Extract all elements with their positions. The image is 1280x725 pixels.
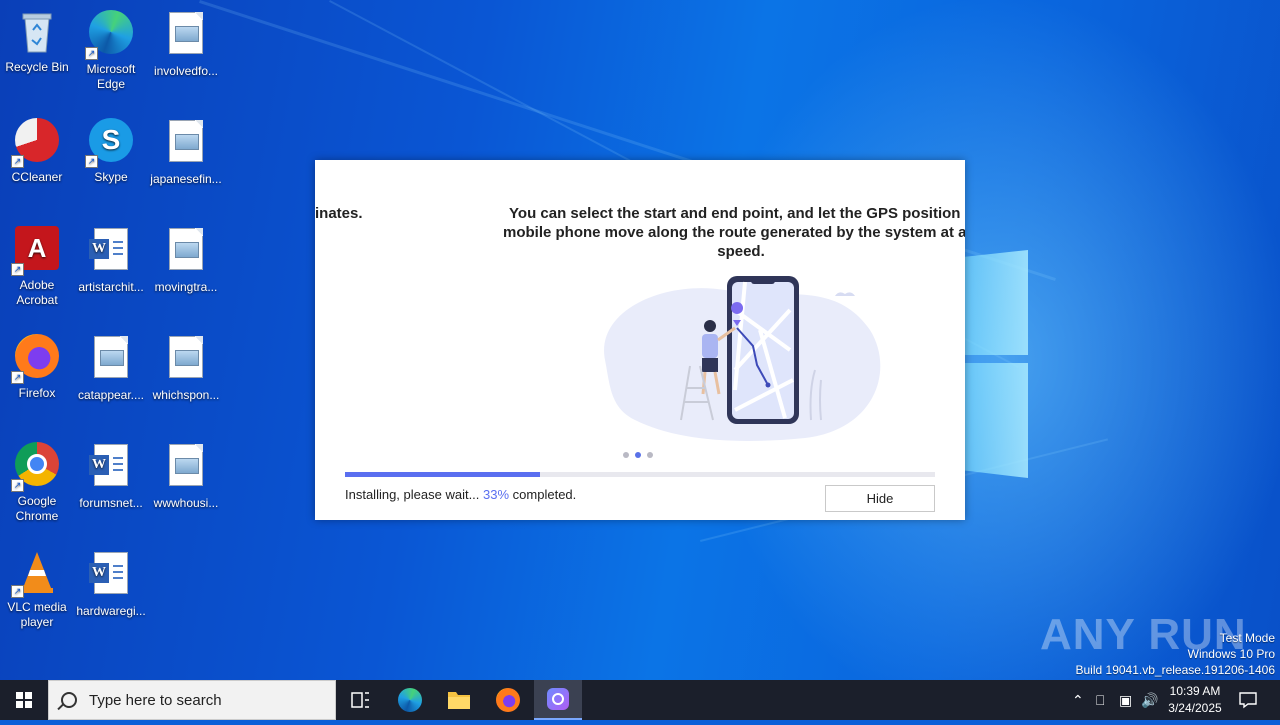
desktop-icon-label: forumsnet... xyxy=(79,496,143,510)
desktop-icon-image-file[interactable]: wwwhousi... xyxy=(149,440,223,511)
search-icon xyxy=(61,692,77,708)
desktop-icon-image-file[interactable]: whichspon... xyxy=(149,332,223,403)
chrome-icon: ↗ xyxy=(11,442,61,492)
start-button[interactable] xyxy=(0,680,48,720)
desktop-icon-label: VLC media player xyxy=(7,600,67,629)
pagination-dot-active[interactable] xyxy=(635,452,641,458)
install-progress-fill xyxy=(345,472,540,477)
image-file-icon xyxy=(162,120,210,168)
taskbar-search-box[interactable]: Type here to search xyxy=(48,680,336,720)
desktop: Recycle Bin ↗ CCleaner A ↗ Adobe Acrobat… xyxy=(0,0,1280,680)
status-suffix: completed. xyxy=(509,487,577,502)
pagination-dot[interactable] xyxy=(647,452,653,458)
image-file-icon xyxy=(87,336,135,384)
edge-icon: ↗ xyxy=(85,10,135,60)
show-hidden-icons-chevron-icon[interactable]: ⌃ xyxy=(1072,692,1084,709)
system-clock[interactable]: 10:39 AM 3/24/2025 xyxy=(1160,683,1230,717)
test-mode-line: Test Mode xyxy=(1219,631,1275,645)
word-doc-icon: W xyxy=(87,228,135,276)
image-file-icon xyxy=(162,12,210,60)
taskbar-file-explorer[interactable] xyxy=(435,680,483,720)
taskbar: Type here to search ⌃ ⎕ ▣ 🔊 10:39 AM 3/2… xyxy=(0,680,1280,720)
status-prefix: Installing, please wait... xyxy=(345,487,484,502)
desktop-icon-label: Firefox xyxy=(18,386,56,400)
desktop-icon-image-file[interactable]: movingtra... xyxy=(149,224,223,295)
slide-text-line: You can select the start and end point, … xyxy=(509,205,965,222)
slide-text-line: mobile phone move along the route genera… xyxy=(503,224,965,241)
desktop-icon-word-doc[interactable]: W hardwaregi... xyxy=(74,548,148,619)
installer-window: inates. You can select the start and end… xyxy=(315,160,965,520)
installer-app-icon xyxy=(547,688,569,710)
taskbar-firefox[interactable] xyxy=(484,680,532,720)
desktop-icon-image-file[interactable]: japanesefin... xyxy=(149,116,223,187)
volume-icon[interactable]: 🔊 xyxy=(1141,692,1158,709)
word-doc-icon: W xyxy=(87,444,135,492)
edge-icon xyxy=(398,688,422,712)
clock-time: 10:39 AM xyxy=(1169,684,1221,698)
image-file-icon xyxy=(162,336,210,384)
desktop-icon-label: CCleaner xyxy=(11,170,63,184)
desktop-icon-label: wwwhousi... xyxy=(153,496,219,510)
notifications-button[interactable] xyxy=(1238,690,1258,713)
word-doc-icon: W xyxy=(87,552,135,600)
network-icon[interactable]: ▣ xyxy=(1119,692,1132,709)
desktop-icon-word-doc[interactable]: W forumsnet... xyxy=(74,440,148,511)
vlc-icon: ↗ xyxy=(11,548,61,598)
desktop-icon-firefox[interactable]: ↗ Firefox xyxy=(0,332,74,401)
desktop-icon-image-file[interactable]: involvedfo... xyxy=(149,8,223,79)
desktop-icon-label: artistarchit... xyxy=(78,280,144,294)
desktop-icon-label: Skype xyxy=(94,170,128,184)
taskbar-edge[interactable] xyxy=(386,680,434,720)
search-placeholder: Type here to search xyxy=(89,692,222,709)
desktop-icon-label: movingtra... xyxy=(154,280,218,294)
usb-device-icon[interactable]: ⎕ xyxy=(1096,692,1104,709)
install-progress-bar xyxy=(345,472,935,477)
desktop-icon-label: catappear.... xyxy=(77,388,145,402)
desktop-icon-label: Microsoft Edge xyxy=(86,62,136,91)
desktop-icon-skype[interactable]: S ↗ Skype xyxy=(74,116,148,185)
desktop-icon-recycle-bin[interactable]: Recycle Bin xyxy=(0,8,74,75)
desktop-icon-image-file[interactable]: catappear.... xyxy=(74,332,148,403)
image-file-icon xyxy=(162,444,210,492)
hide-button[interactable]: Hide xyxy=(825,485,935,512)
acrobat-icon: A ↗ xyxy=(11,226,61,276)
recycle-bin-icon xyxy=(13,8,61,56)
task-view-button[interactable] xyxy=(336,680,384,720)
desktop-icon-label: involvedfo... xyxy=(153,64,219,78)
desktop-icon-google-chrome[interactable]: ↗ Google Chrome xyxy=(0,440,74,524)
skype-icon: S ↗ xyxy=(85,118,135,168)
desktop-icon-ccleaner[interactable]: ↗ CCleaner xyxy=(0,116,74,185)
slide-text-previous: inates. xyxy=(315,205,363,222)
test-mode-text: Test Mode Windows 10 Pro Build 19041.vb_… xyxy=(1076,630,1276,678)
status-percent: 33% xyxy=(483,487,510,502)
desktop-icon-label: whichspon... xyxy=(152,388,220,402)
desktop-icon-label: Google Chrome xyxy=(15,494,59,523)
clock-date: 3/24/2025 xyxy=(1168,701,1222,715)
desktop-icon-label: Recycle Bin xyxy=(5,60,69,74)
taskbar-installer-app[interactable] xyxy=(534,680,582,720)
firefox-icon: ↗ xyxy=(11,334,61,384)
slide-text-current: You can select the start and end point, … xyxy=(461,204,965,261)
windows-start-icon xyxy=(16,692,32,708)
desktop-icon-adobe-acrobat[interactable]: A ↗ Adobe Acrobat xyxy=(0,224,74,308)
desktop-icon-label: japanesefin... xyxy=(150,172,222,186)
desktop-icon-word-doc[interactable]: W artistarchit... xyxy=(74,224,148,295)
desktop-icon-microsoft-edge[interactable]: ↗ Microsoft Edge xyxy=(74,8,148,92)
firefox-icon xyxy=(496,688,520,712)
image-file-icon xyxy=(162,228,210,276)
file-explorer-icon xyxy=(448,692,470,709)
build-line: Build 19041.vb_release.191206-1406 xyxy=(1075,663,1276,677)
slide-text-line: speed. xyxy=(717,243,765,260)
ccleaner-icon: ↗ xyxy=(11,118,61,168)
desktop-icon-label: hardwaregi... xyxy=(76,604,146,618)
os-edition-line: Windows 10 Pro xyxy=(1187,647,1275,661)
pagination-dot[interactable] xyxy=(623,452,629,458)
desktop-icon-vlc[interactable]: ↗ VLC media player xyxy=(0,548,74,630)
notification-center-icon xyxy=(1239,692,1257,709)
install-status: Installing, please wait... 33% completed… xyxy=(345,487,576,502)
gps-route-illustration xyxy=(604,276,881,441)
slide-pagination xyxy=(620,445,656,463)
task-view-icon xyxy=(351,692,369,708)
desktop-icon-label: Adobe Acrobat xyxy=(16,278,58,307)
